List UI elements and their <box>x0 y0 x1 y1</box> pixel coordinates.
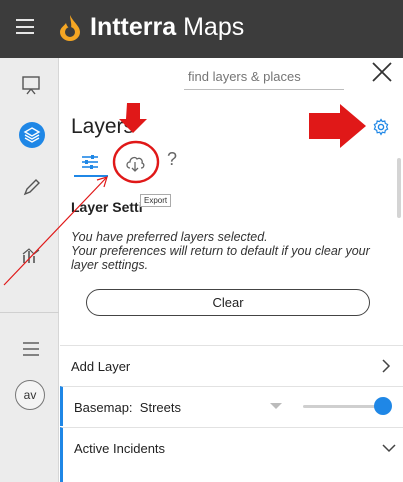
opacity-slider-thumb[interactable] <box>374 397 392 415</box>
brand-light: Maps <box>183 13 245 41</box>
active-incidents-row[interactable]: Active Incidents <box>60 427 403 482</box>
help-tab[interactable]: ? <box>167 149 177 170</box>
basemap-label: Basemap: Streets <box>74 400 181 415</box>
gear-icon[interactable] <box>372 118 390 136</box>
section-title: Layer Settings <box>71 199 143 215</box>
app-brand: Intterra Maps <box>90 13 244 42</box>
filters-icon[interactable] <box>80 152 100 172</box>
avatar[interactable]: av <box>15 380 45 410</box>
close-icon[interactable] <box>371 61 393 83</box>
active-tab-indicator <box>74 175 108 177</box>
layers-icon <box>23 127 41 143</box>
clear-button[interactable]: Clear <box>86 289 370 316</box>
add-layer-label: Add Layer <box>71 359 131 374</box>
layers-button[interactable] <box>19 122 45 148</box>
top-bar: Intterra Maps <box>0 0 403 58</box>
opacity-slider[interactable] <box>303 405 383 408</box>
logo-icon <box>60 15 80 41</box>
chevron-down-icon <box>382 444 396 453</box>
basemap-row: Basemap: Streets <box>60 386 403 426</box>
panel-title: Layers <box>71 115 135 138</box>
brand-bold: Intterra <box>90 13 177 41</box>
left-rail: av <box>0 58 59 482</box>
chevron-right-icon <box>382 359 391 373</box>
info-line-2: Your preferences will return to default … <box>71 244 370 272</box>
presentation-icon[interactable] <box>20 74 42 96</box>
basemap-dropdown-caret[interactable] <box>270 403 282 409</box>
search-input[interactable] <box>184 58 344 90</box>
add-layer-row[interactable]: Add Layer <box>60 345 403 385</box>
basemap-title: Basemap: <box>74 400 133 415</box>
menu-icon[interactable] <box>16 19 34 34</box>
basemap-select[interactable]: Streets <box>140 400 181 415</box>
export-tooltip: Export <box>140 194 172 207</box>
list-icon[interactable] <box>20 338 42 360</box>
info-line-1: You have preferred layers selected. <box>71 230 268 244</box>
preferences-info: You have preferred layers selected. Your… <box>71 230 391 272</box>
cloud-download-icon[interactable] <box>124 152 146 174</box>
rail-divider <box>0 312 59 313</box>
panel-tabs: ? <box>60 148 403 178</box>
chart-icon[interactable] <box>20 244 42 266</box>
active-incidents-label: Active Incidents <box>74 441 166 456</box>
pencil-icon[interactable] <box>20 176 42 198</box>
layers-panel: Layers ? Layer Settings Export You have … <box>60 58 403 482</box>
